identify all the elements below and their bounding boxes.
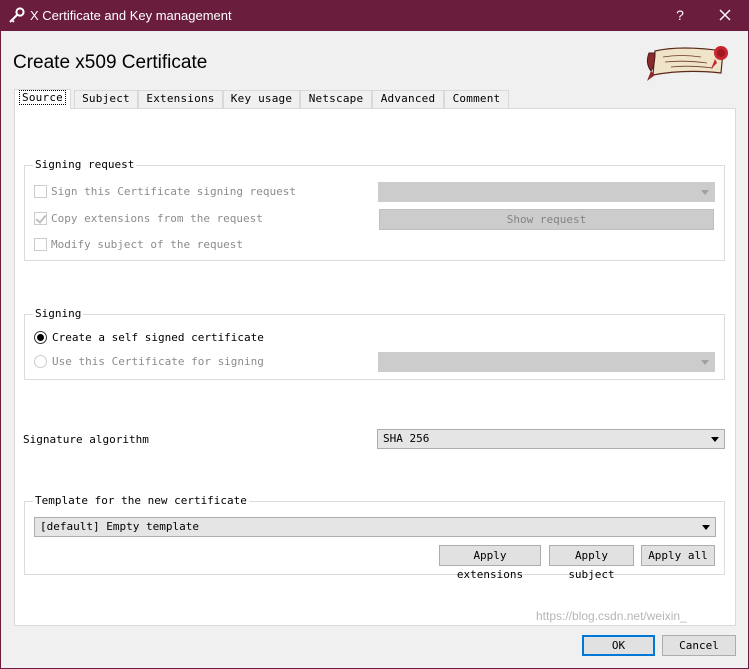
- source-tab-panel: Signing request Sign this Certificate si…: [14, 108, 736, 626]
- modify-subject-checkbox[interactable]: [34, 238, 47, 251]
- chevron-down-icon: [701, 190, 709, 195]
- template-select[interactable]: [default] Empty template: [34, 517, 716, 537]
- copy-extensions-checkbox[interactable]: [34, 212, 47, 225]
- apply-all-button[interactable]: Apply all: [641, 545, 715, 566]
- modify-subject-label: Modify subject of the request: [51, 238, 244, 251]
- show-request-button[interactable]: Show request: [379, 209, 714, 230]
- self-signed-radio[interactable]: [34, 331, 47, 344]
- use-certificate-label: Use this Certificate for signing: [52, 355, 264, 368]
- ca-certificate-select[interactable]: [378, 352, 715, 372]
- chevron-down-icon: [702, 525, 710, 530]
- apply-extensions-button[interactable]: Apply extensions: [439, 545, 541, 581]
- tab-key-usage[interactable]: Key usage: [223, 90, 300, 108]
- signature-algorithm-label: Signature algorithm: [23, 433, 149, 446]
- tab-netscape[interactable]: Netscape: [300, 90, 372, 108]
- template-group: Template for the new certificate [defaul…: [24, 494, 725, 581]
- use-certificate-radio[interactable]: [34, 355, 47, 368]
- ok-button[interactable]: OK: [582, 635, 655, 656]
- signing-request-group: Signing request Sign this Certificate si…: [24, 158, 725, 261]
- copy-extensions-label: Copy extensions from the request: [51, 212, 263, 225]
- chevron-down-icon: [701, 360, 709, 365]
- scroll-seal-logo: [646, 46, 728, 81]
- tab-subject[interactable]: Subject: [74, 90, 138, 108]
- self-signed-label: Create a self signed certificate: [52, 331, 264, 344]
- title-bar[interactable]: X Certificate and Key management ?: [0, 0, 749, 31]
- tab-extensions[interactable]: Extensions: [138, 90, 223, 108]
- tab-source[interactable]: Source: [14, 89, 71, 109]
- chevron-down-icon: [711, 437, 719, 442]
- close-icon[interactable]: [710, 4, 740, 26]
- page-title: Create x509 Certificate: [13, 52, 208, 73]
- signature-algorithm-select[interactable]: SHA 256: [377, 429, 725, 449]
- group-title: Template for the new certificate: [33, 494, 249, 507]
- group-title: Signing: [33, 307, 84, 320]
- apply-subject-button[interactable]: Apply subject: [549, 545, 634, 581]
- watermark: https://blog.csdn.net/weixin_: [536, 609, 687, 623]
- request-select[interactable]: [378, 182, 715, 202]
- signing-group: Signing Create a self signed certificate…: [24, 307, 725, 380]
- dialog-window: X Certificate and Key management ? Creat…: [0, 0, 749, 669]
- sign-csr-checkbox[interactable]: [34, 185, 47, 198]
- help-button[interactable]: ?: [668, 4, 692, 26]
- dialog-client-area: Create x509 Certificate Source Subject E…: [1, 31, 748, 668]
- window-title: X Certificate and Key management: [30, 8, 232, 23]
- cancel-button[interactable]: Cancel: [662, 635, 736, 656]
- tab-comment[interactable]: Comment: [444, 90, 509, 108]
- tab-advanced[interactable]: Advanced: [372, 90, 444, 108]
- group-title: Signing request: [33, 158, 137, 171]
- key-icon: [9, 7, 25, 23]
- sign-csr-label: Sign this Certificate signing request: [51, 185, 297, 198]
